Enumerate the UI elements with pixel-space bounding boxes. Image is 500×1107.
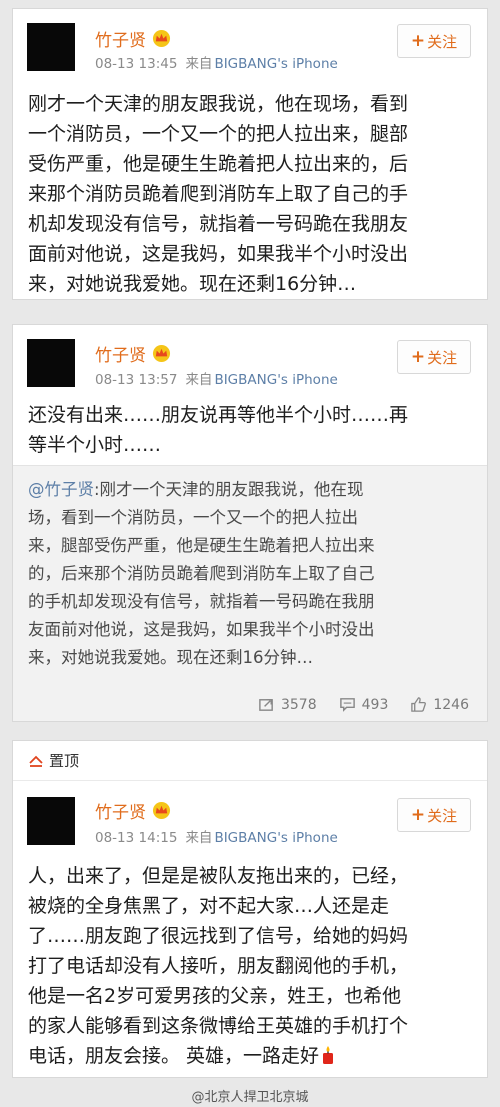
post-time: 08-13 13:57 [95,372,178,388]
repost-count-button[interactable]: 3578 [258,696,317,713]
post-card-2: 竹子贤 08-13 13:57 来自 BIGBANG's iPhone + 关注 还没… [12,324,488,722]
avatar[interactable] [27,23,75,71]
post-text: 刚才一个天津的朋友跟我说，他在现场，看到 一个消防员，一个又一个的把人拉出来，腿… [28,93,409,295]
follow-label: 关注 [427,348,458,367]
repost-count: 3578 [280,696,317,713]
follow-label: 关注 [427,32,458,51]
device-link[interactable]: BIGBANG's iPhone [214,830,337,846]
comment-count: 493 [361,696,389,713]
post-time: 08-13 14:15 [95,830,178,846]
author-name[interactable]: 竹子贤 [95,341,146,366]
avatar[interactable] [27,339,75,387]
follow-button[interactable]: + 关注 [397,24,471,58]
device-link[interactable]: BIGBANG's iPhone [214,372,337,388]
post-time: 08-13 13:45 [95,56,178,72]
author-row: 竹子贤 [95,797,171,823]
post-text: 人，出来了，但是是被队友拖出来的，已经， 被烧的全身焦黑了，对不起大家…人还是走… [28,861,476,1071]
author-name[interactable]: 竹子贤 [95,798,146,823]
author-name[interactable]: 竹子贤 [95,26,146,51]
post-text-body: 人，出来了，但是是被队友拖出来的，已经， 被烧的全身焦黑了，对不起大家…人还是走… [28,865,409,1067]
repost-block[interactable]: @竹子贤:刚才一个天津的朋友跟我说，他在现 场，看到一个消防员，一个又一个的把人… [13,465,487,721]
watermark: @北京人捍卫北京城 [191,1090,309,1105]
repost-stats: 3578 493 1246 [258,696,469,713]
avatar[interactable] [27,797,75,845]
pin-bar: 置顶 [13,741,487,781]
follow-button[interactable]: + 关注 [397,798,471,832]
like-icon [411,697,427,712]
like-count-button[interactable]: 1246 [410,696,469,713]
post-card-3: 置顶 竹子贤 08-13 14:15 来自 BIGBANG's iPhone + 关注… [12,740,488,1078]
plus-icon: + [410,805,426,825]
repost-icon [259,699,273,711]
like-count: 1246 [433,696,469,713]
plus-icon: + [410,347,426,367]
source-label: 来自 [185,372,213,388]
comment-icon [339,698,355,712]
comment-count-button[interactable]: 493 [339,696,389,713]
follow-button[interactable]: + 关注 [397,340,471,374]
source-label: 来自 [185,56,213,72]
post-meta: 08-13 13:57 来自 BIGBANG's iPhone [95,368,338,388]
vip-crown-icon [152,29,171,47]
source-label: 来自 [185,830,213,846]
author-row: 竹子贤 [95,340,171,366]
pin-icon [29,755,43,767]
repost-body: :刚才一个天津的朋友跟我说，他在现 场，看到一个消防员，一个又一个的把人拉出 来… [28,480,375,667]
device-link[interactable]: BIGBANG's iPhone [214,56,337,72]
post-card-1: 竹子贤 08-13 13:45 来自 BIGBANG's iPhone + 关注 刚才… [12,8,488,300]
vip-crown-icon [152,801,171,819]
repost-mention[interactable]: @竹子贤 [28,480,94,499]
plus-icon: + [410,31,426,51]
pin-label: 置顶 [49,752,80,770]
follow-label: 关注 [427,806,458,825]
post-meta: 08-13 14:15 来自 BIGBANG's iPhone [95,826,338,846]
author-row: 竹子贤 [95,25,171,51]
post-meta: 08-13 13:45 来自 BIGBANG's iPhone [95,52,338,72]
repost-text: @竹子贤:刚才一个天津的朋友跟我说，他在现 场，看到一个消防员，一个又一个的把人… [28,476,474,672]
vip-crown-icon [152,344,171,362]
post-text: 还没有出来……朋友说再等他半个小时……再 等半个小时…… [28,404,409,456]
candle-emoji-icon [323,1046,334,1064]
